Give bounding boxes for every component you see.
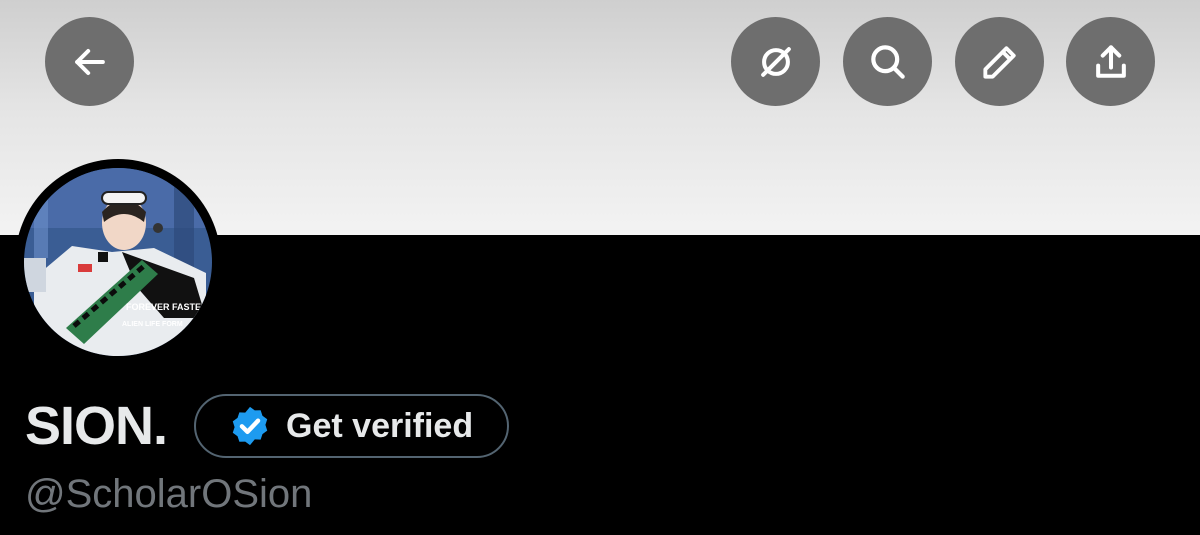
share-button[interactable] [1066, 17, 1155, 106]
avatar-jersey-text: FOREVER FASTER. [126, 302, 210, 312]
display-name: SION. [25, 396, 168, 456]
back-button[interactable] [45, 17, 134, 106]
verified-badge-icon [232, 406, 268, 446]
grok-icon [760, 46, 791, 77]
share-icon [1095, 44, 1126, 78]
back-arrow-icon [74, 48, 105, 75]
avatar[interactable]: FOREVER FASTER. ALIEN LIFE FORM [15, 159, 221, 365]
avatar-photo: FOREVER FASTER. ALIEN LIFE FORM [24, 168, 212, 356]
edit-pencil-icon [982, 45, 1016, 79]
avatar-jersey-text: ALIEN LIFE FORM [122, 321, 183, 328]
get-verified-button[interactable]: Get verified [194, 394, 510, 458]
get-verified-label: Get verified [286, 407, 474, 445]
user-handle: @ScholarOSion [25, 472, 313, 516]
search-button[interactable] [843, 17, 932, 106]
grok-button[interactable] [731, 17, 820, 106]
search-icon [870, 44, 905, 79]
name-row: SION. Get verified [25, 390, 510, 462]
edit-profile-button[interactable] [955, 17, 1044, 106]
